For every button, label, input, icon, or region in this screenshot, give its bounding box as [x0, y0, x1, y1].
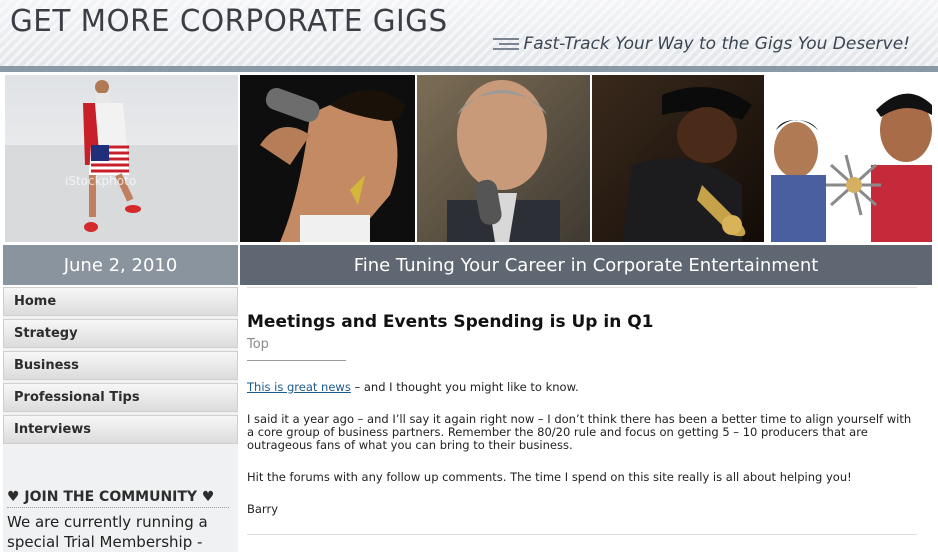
- nav-item-professional-tips[interactable]: Professional Tips: [3, 383, 238, 412]
- article-signature: Barry: [247, 502, 278, 516]
- watermark-text: iStockphoto: [65, 174, 136, 188]
- article-intro: This is great news – and I thought you m…: [247, 381, 917, 394]
- speed-lines-icon: [493, 38, 520, 50]
- top-divider: [247, 287, 917, 288]
- article-paragraph: I said it a year ago – and I’ll say it a…: [247, 412, 912, 452]
- title-divider: [247, 360, 346, 361]
- site-title[interactable]: GET MORE CORPORATE GIGS: [10, 4, 448, 39]
- community-title: ♥ JOIN THE COMMUNITY ♥: [7, 489, 229, 508]
- tagline-group: Fast-Track Your Way to the Gigs You Dese…: [493, 34, 910, 54]
- bottom-divider: [247, 534, 917, 535]
- site-banner: Fine Tuning Your Career in Corporate Ent…: [240, 245, 932, 285]
- community-box: ♥ JOIN THE COMMUNITY ♥ We are currently …: [7, 489, 229, 552]
- performers-photo: [766, 75, 932, 242]
- nav-item-home[interactable]: Home: [3, 287, 238, 316]
- man-flag-shorts-photo: iStockphoto: [5, 75, 238, 242]
- article-intro-text: – and I thought you might like to know.: [350, 380, 579, 394]
- nav-item-interviews[interactable]: Interviews: [3, 415, 238, 444]
- sidebar: Home Strategy Business Professional Tips…: [3, 287, 238, 552]
- photo-strip: iStockphoto: [0, 72, 938, 244]
- woman-singer-photo: [240, 75, 415, 242]
- article-paragraph-forums: Hit the forums with any follow up commen…: [247, 470, 852, 484]
- current-date: June 2, 2010: [3, 245, 238, 285]
- great-news-link[interactable]: This is great news: [247, 380, 351, 394]
- site-tagline: Fast-Track Your Way to the Gigs You Dese…: [523, 34, 910, 54]
- community-text: We are currently running a special Trial…: [7, 513, 208, 551]
- man-speaker-photo: [417, 75, 590, 242]
- top-link[interactable]: Top: [247, 337, 917, 352]
- nav-item-strategy[interactable]: Strategy: [3, 319, 238, 348]
- nav-item-business[interactable]: Business: [3, 351, 238, 380]
- article-title[interactable]: Meetings and Events Spending is Up in Q1: [247, 312, 917, 332]
- site-header: GET MORE CORPORATE GIGS Fast-Track Your …: [0, 0, 938, 66]
- article: Meetings and Events Spending is Up in Q1…: [247, 287, 917, 535]
- trumpet-player-photo: [592, 75, 764, 242]
